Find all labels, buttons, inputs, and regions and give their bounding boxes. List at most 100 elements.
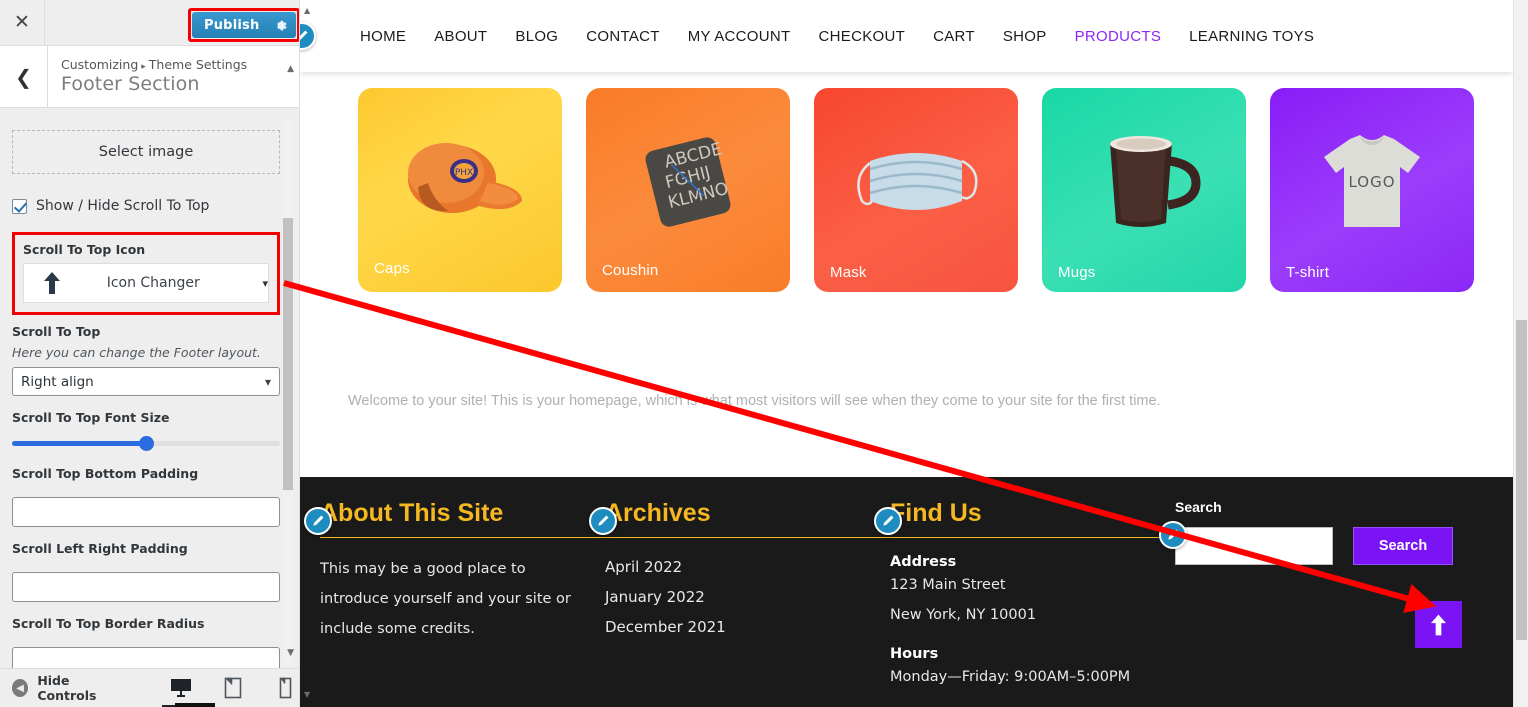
nav-item-learning-toys[interactable]: LEARNING TOYS	[1175, 28, 1328, 45]
archives-list: April 2022 January 2022 December 2021	[605, 552, 890, 642]
font-size-label: Scroll To Top Font Size	[12, 410, 170, 425]
customizer-sidebar: ✕ Publish ❮ Customizing ▸ Theme Settings…	[0, 0, 300, 707]
footer-widget-find-us: Find Us Address 123 Main Street New York…	[874, 499, 1175, 692]
customizer-controls-list: Select image Show / Hide Scroll To Top S…	[0, 109, 292, 668]
preview-scrollbar-thumb[interactable]	[1516, 320, 1527, 640]
back-button[interactable]: ❮	[0, 46, 48, 107]
search-button[interactable]: Search	[1353, 527, 1453, 565]
scroll-to-top-icon-label: Scroll To Top Icon	[23, 242, 146, 257]
close-icon: ✕	[14, 11, 30, 33]
font-size-slider[interactable]	[12, 431, 280, 452]
tshirt-image: LOGO	[1324, 134, 1420, 227]
gear-icon[interactable]	[273, 18, 288, 33]
hide-controls-label: Hide Controls	[37, 673, 97, 703]
nav-item-my-account[interactable]: MY ACCOUNT	[674, 28, 805, 45]
slider-fill	[12, 441, 146, 446]
icon-changer-dropdown[interactable]: Icon Changer ▾	[23, 263, 269, 303]
footer-widget-archives: Archives April 2022 January 2022 Decembe…	[589, 499, 890, 692]
nav-item-home[interactable]: HOME	[346, 28, 420, 45]
nav-item-about[interactable]: ABOUT	[420, 28, 501, 45]
preview-scroll-up-icon[interactable]: ▲	[304, 6, 310, 15]
bottom-padding-input[interactable]	[12, 497, 280, 527]
lr-padding-input[interactable]	[12, 572, 280, 602]
preview-scroll-down-icon[interactable]: ▼	[304, 690, 310, 699]
scroll-to-top-icon-highlight: Scroll To Top Icon Icon Changer ▾	[12, 232, 280, 315]
product-card-tshirt[interactable]: LOGO T-shirt	[1270, 88, 1474, 292]
breadcrumb-separator-icon: ▸	[141, 62, 146, 72]
sidebar-scrollbar-thumb[interactable]	[283, 218, 293, 490]
widget-title: Archives	[605, 499, 890, 538]
edit-pencil-icon[interactable]	[1159, 521, 1187, 549]
mobile-preview-icon[interactable]	[270, 673, 299, 703]
nav-item-products[interactable]: PRODUCTS	[1061, 28, 1176, 45]
show-hide-scroll-top-checkbox[interactable]	[12, 198, 27, 214]
slider-track	[12, 436, 280, 451]
breadcrumb-parent[interactable]: Theme Settings	[149, 57, 247, 72]
search-input[interactable]	[1175, 527, 1333, 565]
nav-item-contact[interactable]: CONTACT	[572, 28, 673, 45]
widget-title: Find Us	[890, 499, 1175, 538]
device-preview-switcher	[162, 673, 299, 707]
lr-padding-label: Scroll Left Right Padding	[12, 541, 188, 556]
breadcrumb-root[interactable]: Customizing	[61, 57, 138, 72]
show-hide-scroll-top-label: Show / Hide Scroll To Top	[36, 198, 210, 214]
align-select[interactable]: Right align	[12, 367, 280, 396]
slider-thumb[interactable]	[139, 436, 154, 451]
nav-item-shop[interactable]: SHOP	[989, 28, 1061, 45]
edit-pencil-icon[interactable]	[589, 507, 617, 535]
site-preview-frame: HOME ABOUT BLOG CONTACT MY ACCOUNT CHECK…	[300, 0, 1528, 707]
product-card-caps[interactable]: PHX Caps	[358, 88, 562, 292]
cushion-image: ABCDE FGHIJ KLMNO	[645, 137, 731, 227]
edit-pencil-icon[interactable]	[874, 507, 902, 535]
product-card-label: Caps	[374, 260, 410, 277]
nav-item-blog[interactable]: BLOG	[501, 28, 572, 45]
desktop-preview-icon[interactable]	[162, 673, 200, 707]
breadcrumb: Customizing ▸ Theme Settings	[61, 57, 247, 72]
hours-line: Monday—Friday: 9:00AM–5:00PM	[890, 669, 1131, 685]
product-card-label: Coushin	[602, 262, 659, 279]
product-card-label: T-shirt	[1286, 264, 1330, 281]
nav-item-checkout[interactable]: CHECKOUT	[805, 28, 920, 45]
chevron-down-icon: ▾	[262, 276, 268, 290]
scroll-up-arrow-icon[interactable]: ▲	[287, 64, 294, 74]
scroll-to-top-button[interactable]	[1415, 601, 1462, 648]
publish-button[interactable]: Publish	[192, 12, 297, 38]
list-item[interactable]: December 2021	[605, 612, 890, 642]
arrow-up-icon	[1430, 614, 1447, 635]
widget-title: Search	[1175, 499, 1222, 515]
nav-menu: HOME ABOUT BLOG CONTACT MY ACCOUNT CHECK…	[346, 28, 1328, 45]
product-card-label: Mugs	[1058, 264, 1096, 281]
edit-pencil-icon[interactable]	[300, 22, 316, 50]
product-card-coushin[interactable]: ABCDE FGHIJ KLMNO Coushin	[586, 88, 790, 292]
scroll-down-arrow-icon[interactable]: ▼	[287, 648, 294, 658]
site-footer: About This Site This may be a good place…	[300, 477, 1513, 707]
list-item[interactable]: January 2022	[605, 582, 890, 612]
chevron-left-circle-icon: ◀	[12, 679, 29, 697]
sidebar-scrollbar[interactable]	[283, 120, 293, 665]
bottom-padding-label: Scroll Top Bottom Padding	[12, 466, 199, 481]
window-grip	[175, 703, 215, 707]
select-image-button[interactable]: Select image	[12, 130, 280, 174]
preview-scrollbar[interactable]	[1513, 0, 1528, 707]
customizer-panel-header: ❮ Customizing ▸ Theme Settings Footer Sect…	[0, 46, 299, 108]
tablet-preview-icon[interactable]	[218, 673, 248, 703]
address-line-1: 123 Main Street	[890, 577, 1006, 593]
about-body-text: This may be a good place to introduce yo…	[320, 561, 571, 637]
footer-widget-about: About This Site This may be a good place…	[304, 499, 605, 692]
close-customizer-button[interactable]: ✕	[0, 0, 45, 45]
mask-image	[857, 152, 978, 210]
welcome-text: Welcome to your site! This is your homep…	[348, 393, 1161, 409]
footer-widget-search: Search Search	[1159, 499, 1495, 692]
nav-item-cart[interactable]: CART	[919, 28, 989, 45]
edit-pencil-icon[interactable]	[304, 507, 332, 535]
align-select-value: Right align	[21, 373, 94, 390]
product-card-mask[interactable]: Mask	[814, 88, 1018, 292]
search-form: Search	[1175, 527, 1495, 565]
hide-controls-button[interactable]: ◀ Hide Controls	[12, 673, 124, 703]
border-radius-input[interactable]	[12, 647, 280, 668]
customizer-topbar: ✕ Publish	[0, 0, 299, 46]
product-card-mugs[interactable]: Mugs	[1042, 88, 1246, 292]
show-hide-scroll-top-row[interactable]: Show / Hide Scroll To Top	[12, 198, 280, 214]
list-item[interactable]: April 2022	[605, 552, 890, 582]
address-heading: Address	[890, 554, 957, 570]
